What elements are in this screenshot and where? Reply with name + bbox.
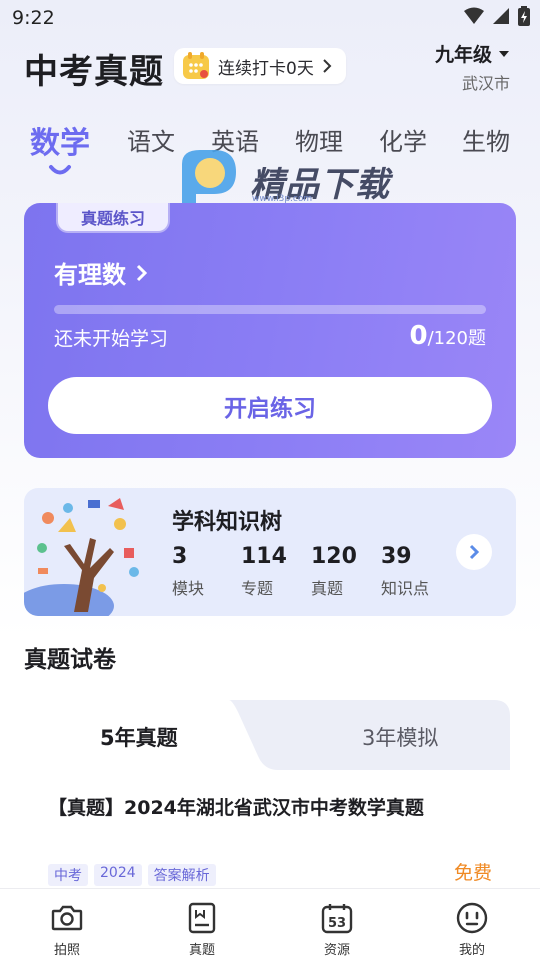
status-icons — [464, 6, 530, 26]
stat-value: 114 — [241, 544, 287, 569]
checkin-button[interactable]: 连续打卡0天 — [174, 48, 346, 84]
checkin-label: 连续打卡0天 — [218, 58, 314, 79]
page-title: 中考真题 — [24, 52, 164, 92]
grade-label: 九年级 — [434, 44, 492, 66]
stat-label: 专题 — [241, 579, 274, 598]
grade-select[interactable]: 九年级 — [435, 40, 510, 67]
nav-label: 拍照 — [53, 943, 80, 958]
calendar-53-icon: 53 — [321, 904, 353, 934]
calendar-checkin-icon — [183, 52, 209, 79]
wifi-icon — [464, 7, 484, 24]
tab-5-year-papers[interactable]: 5年真题 — [100, 722, 178, 752]
chevron-right-icon — [323, 59, 332, 73]
chevron-right-icon — [136, 264, 148, 281]
status-time: 9:22 — [12, 7, 55, 29]
knowledge-tree-title: 学科知识树 — [172, 510, 283, 535]
progress-status: 还未开始学习 — [54, 328, 169, 350]
status-bar: 9:22 — [0, 0, 540, 36]
active-tab-indicator — [49, 165, 71, 175]
paper-price: 免费 — [453, 862, 492, 884]
topic-title: 有理数 — [54, 261, 126, 289]
signal-icon — [493, 8, 509, 24]
nav-papers[interactable]: 真题 — [162, 889, 242, 960]
knowledge-tree-card[interactable]: 学科知识树 3 模块 114 专题 120 真题 39 知识点 — [24, 488, 516, 616]
nav-resources-badge: 53 — [328, 916, 346, 931]
practice-tag: 真题练习 — [56, 203, 170, 233]
battery-icon — [518, 6, 530, 26]
progress-total: /120题 — [427, 328, 486, 349]
stat-label: 真题 — [311, 579, 344, 598]
tab-math[interactable]: 数学 — [30, 118, 90, 162]
tab-chinese[interactable]: 语文 — [127, 122, 175, 157]
nav-label: 资源 — [323, 943, 350, 958]
knowledge-tree-illustration — [24, 498, 139, 616]
document-icon — [188, 902, 216, 934]
stat-topics: 114 专题 — [241, 544, 287, 599]
paper-list-item[interactable]: 【真题】2024年湖北省武汉市中考数学真题 中考 2024 答案解析 免费 — [24, 770, 516, 888]
city-label: 武汉市 — [461, 74, 510, 93]
paper-title: 【真题】2024年湖北省武汉市中考数学真题 — [48, 797, 424, 819]
bottom-nav: 拍照 真题 53 资源 我的 — [0, 888, 540, 960]
stat-label: 模块 — [172, 579, 205, 598]
paper-tag: 中考 — [48, 864, 88, 886]
stat-value: 120 — [311, 544, 357, 569]
stat-questions: 120 真题 — [311, 544, 357, 599]
nav-profile[interactable]: 我的 — [432, 889, 512, 960]
camera-icon — [51, 905, 83, 931]
progress-done: 0 — [409, 321, 428, 351]
stat-knowledge-points: 39 知识点 — [381, 544, 429, 599]
paper-tag: 2024 — [94, 864, 142, 886]
stat-label: 知识点 — [381, 579, 430, 598]
topic-link[interactable]: 有理数 — [54, 255, 148, 290]
nav-camera[interactable]: 拍照 — [27, 889, 107, 960]
chevron-right-icon — [469, 544, 480, 560]
paper-tags: 中考 2024 答案解析 — [48, 864, 216, 886]
knowledge-tree-arrow-button[interactable] — [456, 534, 492, 570]
tab-biology[interactable]: 生物 — [462, 122, 510, 157]
tab-3-year-mock[interactable]: 3年模拟 — [362, 722, 438, 752]
paper-tabs: 5年真题 3年模拟 — [24, 700, 510, 770]
stat-modules: 3 模块 — [172, 544, 204, 599]
paper-tag: 答案解析 — [147, 864, 216, 886]
start-practice-button[interactable]: 开启练习 — [48, 377, 492, 434]
stat-value: 3 — [172, 544, 188, 569]
caret-down-icon — [499, 50, 509, 57]
section-title: 真题试卷 — [24, 647, 116, 673]
nav-label: 真题 — [188, 943, 215, 958]
profile-face-icon — [456, 902, 488, 934]
nav-resources[interactable]: 53 资源 — [297, 889, 377, 960]
nav-label: 我的 — [458, 943, 485, 958]
progress-bar — [54, 305, 486, 314]
practice-card: 真题练习 有理数 还未开始学习 0 /120题 开启练习 — [24, 203, 516, 458]
stat-value: 39 — [381, 544, 412, 569]
progress-count: 0 /120题 — [409, 321, 486, 351]
